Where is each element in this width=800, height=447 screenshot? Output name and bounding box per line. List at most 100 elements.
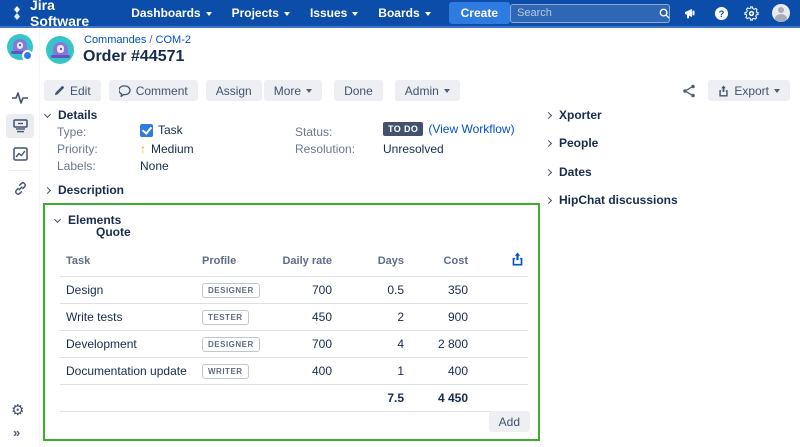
chevron-down-icon [44,110,51,117]
sidebar-item-reports[interactable] [6,142,34,166]
table-row[interactable]: Write tests TESTER 450 2 900 [60,304,528,331]
admin-button[interactable]: Admin [395,80,460,101]
panel-hipchat[interactable]: HipChat discussions [546,193,678,207]
chevron-down-icon [444,89,450,93]
cell-days: 0.5 [336,277,408,304]
status-label: Status: [295,125,332,139]
settings-gear-icon[interactable] [742,4,760,22]
cell-daily-rate: 450 [268,304,336,331]
chevron-right-icon [545,196,552,203]
breadcrumb-issue-link[interactable]: COM-2 [156,34,191,46]
chevron-right-icon [545,168,552,175]
chevron-down-icon [206,12,212,16]
export-icon [718,85,729,97]
cell-task: Development [60,331,196,358]
global-search[interactable] [510,4,670,23]
type-value-text: Task [158,123,183,137]
breadcrumb-project-link[interactable]: Commandes [84,34,146,46]
col-header-cost: Cost [408,245,472,277]
profile-badge: DESIGNER [202,337,260,352]
nav-menu-label: Projects [232,6,279,20]
nav-menu-dashboards[interactable]: Dashboards [121,0,221,27]
jira-logo-icon [10,6,24,20]
quote-table: Task Profile Daily rate Days Cost Design… [60,245,528,412]
assign-button[interactable]: Assign [206,80,262,101]
edit-button[interactable]: Edit [44,80,101,101]
totals-row: 7.5 4 450 [60,385,528,412]
chevron-right-icon [545,111,552,118]
priority-medium-arrow-icon: ↑ [140,142,146,156]
help-icon[interactable]: ? [712,4,730,22]
col-header-daily-rate: Daily rate [268,245,336,277]
nav-menu-label: Issues [310,6,347,20]
panel-dates[interactable]: Dates [546,165,592,179]
add-button[interactable]: Add [489,411,530,432]
cell-task: Documentation update [60,358,196,385]
export-label: Export [734,84,769,98]
search-input[interactable] [517,7,659,19]
quote-heading: Quote [96,225,131,239]
nav-menu-label: Dashboards [131,6,200,20]
panel-title: Dates [559,165,592,179]
toolbar-right-group: Export [680,80,790,101]
cell-task: Design [60,277,196,304]
page-title: Order #44571 [83,48,184,66]
comment-label: Comment [136,84,188,98]
avatar-pupil [60,48,62,50]
topnav-right-group: ? [510,4,790,23]
table-row[interactable]: Documentation update WRITER 400 1 400 [60,358,528,385]
status-value: TO DO (View Workflow) [383,122,515,136]
profile-badge: TESTER [202,310,249,325]
profile-badge: DESIGNER [202,283,260,298]
more-button[interactable]: More [264,80,322,101]
nav-menu-projects[interactable]: Projects [222,0,300,27]
comment-button[interactable]: Comment [109,80,198,101]
panel-title: People [559,136,598,150]
sidebar-item-links[interactable] [6,176,34,200]
cell-task: Write tests [60,304,196,331]
share-icon[interactable] [680,82,698,100]
issue-toolbar: Edit Comment Assign More Done Admin [44,80,460,101]
done-button[interactable]: Done [334,80,383,101]
sidebar-item-board[interactable] [6,114,34,138]
status-badge: TO DO [383,122,423,136]
project-sidebar: ⚙ » [0,28,40,447]
jira-issue-page: Jira Software Dashboards Projects Issues… [0,0,800,447]
admin-label: Admin [405,84,439,98]
more-label: More [274,84,301,98]
sidebar-expand-icon[interactable]: » [13,425,20,440]
cell-cost: 400 [408,358,472,385]
download-export-table-icon[interactable] [511,252,524,266]
cell-cost: 350 [408,277,472,304]
avatar-pupil [19,44,21,46]
total-cost: 4 450 [408,385,472,412]
create-button[interactable]: Create [449,2,510,24]
brand-name: Jira Software [30,0,103,29]
panel-people[interactable]: People [546,136,598,150]
chevron-right-icon [545,139,552,146]
nav-menu-issues[interactable]: Issues [300,0,368,27]
description-section-title: Description [58,183,124,197]
labels-value: None [140,159,169,173]
table-row[interactable]: Development DESIGNER 700 4 2 800 [60,331,528,358]
view-workflow-link[interactable]: (View Workflow) [428,122,514,136]
description-section-header[interactable]: Description [45,183,124,197]
comment-bubble-icon [119,85,131,97]
feedback-megaphone-icon[interactable] [682,4,700,22]
jira-logo[interactable]: Jira Software [10,0,103,29]
sidebar-item-activity[interactable] [6,86,34,110]
chevron-down-icon [774,89,780,93]
details-section-header[interactable]: Details [45,108,97,122]
quote-table-header-row: Task Profile Daily rate Days Cost [60,245,528,277]
cell-days: 2 [336,304,408,331]
col-header-profile: Profile [196,245,268,277]
type-label: Type: [57,125,86,139]
chevron-down-icon [306,89,312,93]
sidebar-settings-gear-icon[interactable]: ⚙ [11,401,24,419]
nav-menu-boards[interactable]: Boards [368,0,440,27]
export-button[interactable]: Export [708,80,790,101]
pencil-icon [54,85,65,96]
panel-xporter[interactable]: Xporter [546,108,602,122]
table-row[interactable]: Design DESIGNER 700 0.5 350 [60,277,528,304]
user-avatar[interactable] [772,4,790,22]
